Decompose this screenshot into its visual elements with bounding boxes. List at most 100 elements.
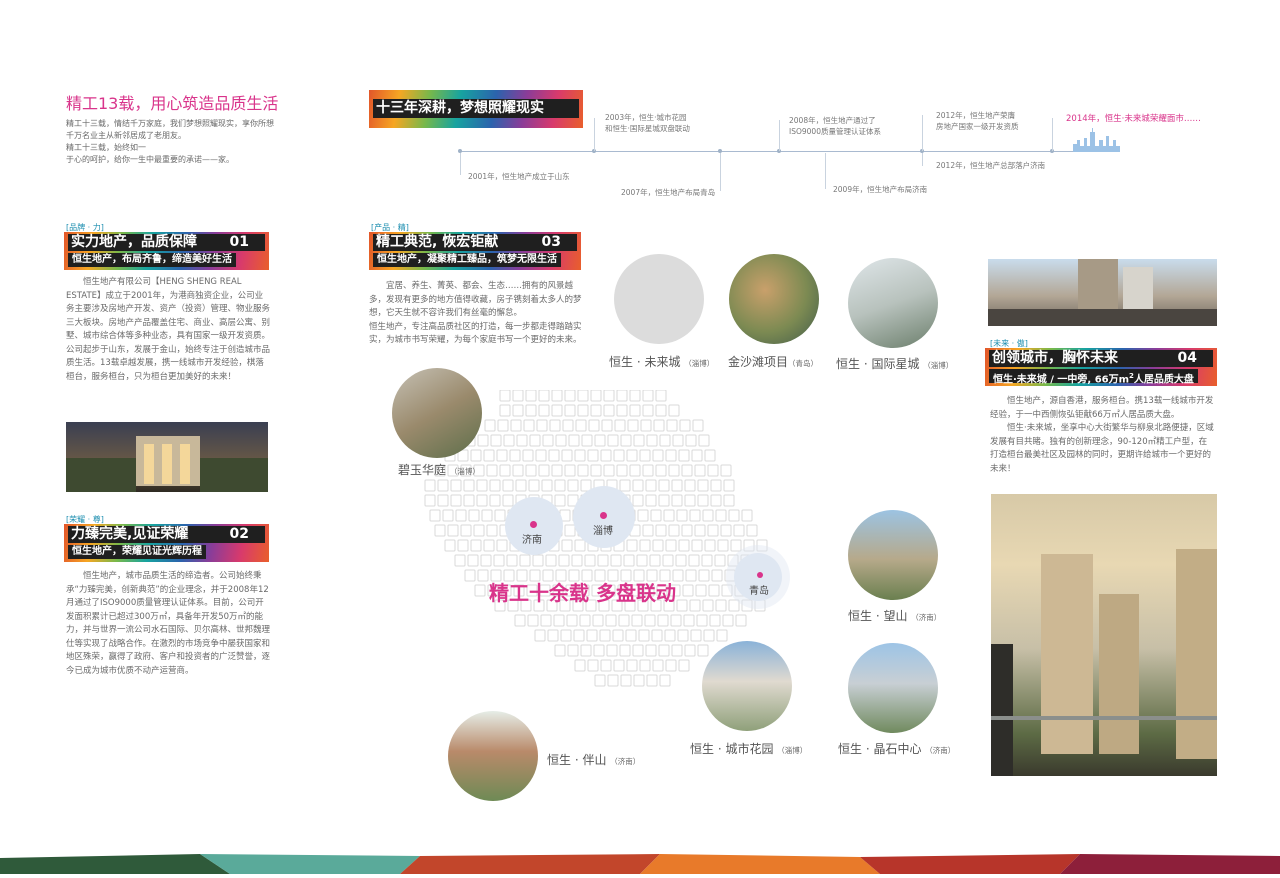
map-cell [455, 509, 467, 522]
map-cell [493, 554, 505, 567]
map-cell [678, 449, 690, 462]
map-cell [627, 419, 639, 432]
city-pin-qingdao [757, 572, 763, 578]
map-cell [696, 614, 708, 627]
project-photo-biyuhuating[interactable] [392, 368, 482, 458]
map-cell [633, 434, 645, 447]
map-cell [590, 404, 602, 417]
map-cell [658, 494, 670, 507]
map-cell [625, 629, 637, 642]
map-cell [670, 614, 682, 627]
map-cell [728, 599, 740, 612]
map-cell [716, 629, 728, 642]
map-cell [483, 449, 495, 462]
map-cell [574, 449, 586, 462]
project-photo-guojixingcheng[interactable] [848, 258, 938, 348]
map-cell [631, 614, 643, 627]
map-cell [619, 479, 631, 492]
map-cell [603, 390, 615, 402]
map-cell [698, 434, 710, 447]
map-cell [645, 644, 657, 657]
map-cell [489, 479, 501, 492]
project-photo-weilaicheng[interactable] [614, 254, 704, 344]
map-cell [502, 479, 514, 492]
timeline-tick [922, 115, 923, 151]
map-cell [689, 599, 701, 612]
map-cell [577, 404, 589, 417]
tower-photo [991, 494, 1217, 776]
map-cell [551, 404, 563, 417]
map-cell [476, 494, 488, 507]
map-cell [534, 629, 546, 642]
map-cell [463, 479, 475, 492]
map-cell [437, 479, 449, 492]
map-cell [477, 569, 489, 582]
map-cell [711, 569, 723, 582]
city-label-jinan: 济南 [522, 535, 542, 546]
map-cell [684, 644, 696, 657]
map-cell [645, 494, 657, 507]
project-photo-banshan[interactable] [448, 711, 538, 801]
timeline-tick [594, 118, 595, 151]
map-cell [429, 509, 441, 522]
map-cell [538, 404, 550, 417]
sec2-sub: 恒生地产，荣耀见证光辉历程 [68, 545, 206, 559]
map-cell [527, 614, 539, 627]
timeline-event: 2008年，恒生地产通过了 ISO9000质量管理认证体系 [789, 116, 881, 136]
map-cell [741, 509, 753, 522]
timeline-banner: 十三年深耕，梦想照耀现实 [369, 90, 583, 128]
map-cell [655, 524, 667, 537]
map-cell [607, 434, 619, 447]
map-cell [525, 390, 537, 402]
map-cell [728, 509, 740, 522]
map-cell [684, 479, 696, 492]
timeline-event: 2001年，恒生地产成立于山东 [468, 172, 570, 181]
project-photo-jinshatan[interactable] [729, 254, 819, 344]
map-cell [593, 644, 605, 657]
map-cell [638, 629, 650, 642]
project-label: 碧玉华庭 （淄博） [398, 463, 480, 477]
map-cell [464, 569, 476, 582]
map-cell [710, 494, 722, 507]
map-cell [613, 449, 625, 462]
map-cell [620, 434, 632, 447]
map-cell [509, 449, 521, 462]
project-photo-chengshihuayuan[interactable] [702, 641, 792, 731]
map-cell [554, 479, 566, 492]
map-cell [639, 659, 651, 672]
map-cell [632, 494, 644, 507]
footer-stripe-graphic [0, 854, 1280, 874]
map-cell [577, 464, 589, 477]
map-cell [480, 554, 492, 567]
map-cell [551, 464, 563, 477]
footer-stripe [0, 854, 1280, 874]
map-cell [640, 419, 652, 432]
map-cell [540, 614, 552, 627]
map-cell [447, 524, 459, 537]
map-cell [542, 434, 554, 447]
map-cell [496, 449, 508, 462]
project-photo-jingshizhongxin[interactable] [848, 643, 938, 733]
map-cell [715, 509, 727, 522]
map-cell [662, 554, 674, 567]
map-cell [717, 539, 729, 552]
map-cell [600, 449, 612, 462]
map-cell [512, 464, 524, 477]
map-cell [541, 479, 553, 492]
map-cell [709, 614, 721, 627]
map-cell [525, 404, 537, 417]
map-cell [516, 434, 528, 447]
map-cell [605, 614, 617, 627]
map-cell [678, 659, 690, 672]
map-cell [554, 494, 566, 507]
map-cell [694, 524, 706, 537]
timeline-tick [460, 153, 461, 175]
map-cell [579, 614, 591, 627]
project-photo-wangshan[interactable] [848, 510, 938, 600]
map-cell [476, 479, 488, 492]
map-cell [668, 404, 680, 417]
map-cell [703, 629, 715, 642]
map-cell [614, 419, 626, 432]
map-cell [442, 509, 454, 522]
map-cell [588, 419, 600, 432]
